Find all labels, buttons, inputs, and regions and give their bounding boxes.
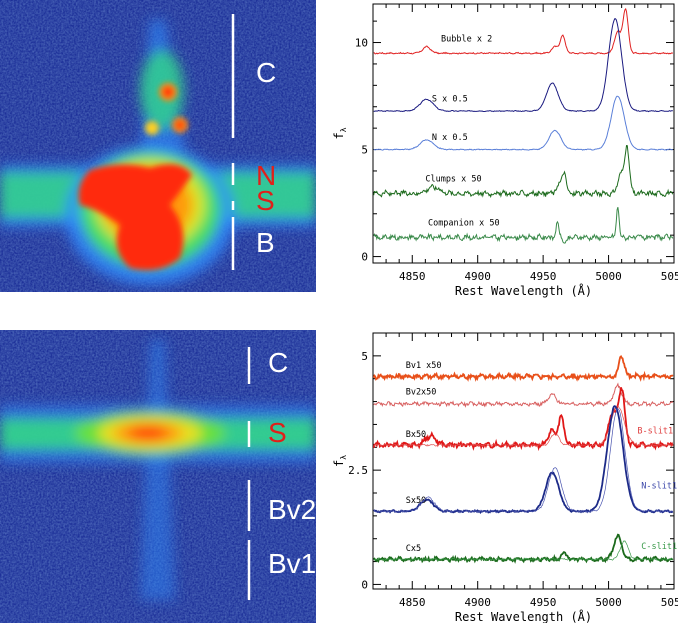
y-axis-label: fλ bbox=[332, 127, 348, 139]
series-label: Bv1 x50 bbox=[406, 361, 442, 371]
slit-label-bv2: Bv2 bbox=[268, 494, 316, 525]
series-label: Bx50 bbox=[406, 430, 426, 440]
series-line bbox=[373, 18, 673, 113]
slit-label-c: C bbox=[268, 347, 288, 378]
y-tick-label: 2.5 bbox=[348, 464, 368, 477]
slit-label-s: S bbox=[256, 185, 275, 216]
y-tick-label: 5 bbox=[361, 350, 368, 363]
x-tick-label: 4900 bbox=[464, 596, 491, 609]
y-tick-label: 10 bbox=[355, 37, 368, 50]
series-label: Cx5 bbox=[406, 544, 421, 554]
series-label: N x 0.5 bbox=[432, 133, 468, 143]
plot-frame bbox=[372, 3, 675, 264]
series-label: Companion x 50 bbox=[428, 219, 500, 229]
slit-label-bv1: Bv1 bbox=[268, 548, 316, 579]
x-tick-label: 4950 bbox=[530, 596, 557, 609]
series-label: Bv2x50 bbox=[406, 388, 437, 398]
x-axis-label: Rest Wavelength (Å) bbox=[455, 609, 592, 623]
x-tick-label: 5050 bbox=[661, 270, 678, 283]
spectrum-chart-bottom: 4850 4900 4950 5000 5050 0 2.5 5 Rest Wavelength… bbox=[332, 332, 678, 623]
y-tick-label: 0 bbox=[361, 251, 368, 264]
series-label: Bubble x 2 bbox=[441, 34, 492, 44]
image-panel-bottom: C S Bv2 Bv1 bbox=[0, 330, 316, 623]
slit-line-label: C-slit1 bbox=[641, 542, 677, 552]
x-tick-label: 5050 bbox=[661, 596, 678, 609]
series-line bbox=[373, 207, 674, 244]
y-tick-label: 5 bbox=[361, 144, 368, 157]
x-tick-label: 5000 bbox=[595, 270, 622, 283]
y-tick-label: 0 bbox=[361, 578, 368, 591]
x-tick-label: 4950 bbox=[530, 270, 557, 283]
slit-label-c: C bbox=[256, 57, 276, 88]
slit-line-label: B-slit1 bbox=[637, 427, 673, 437]
x-tick-label: 4850 bbox=[399, 270, 426, 283]
image-panel-top: C N S B bbox=[0, 0, 316, 292]
series-line bbox=[373, 95, 673, 151]
x-tick-label: 5000 bbox=[595, 596, 622, 609]
y-axis-label: fλ bbox=[332, 455, 348, 467]
slit-line-label: N-slit1 bbox=[641, 481, 677, 491]
spectrum-chart-top: 4850 4900 4950 5000 5050 0 5 10 Rest Wavelength … bbox=[332, 3, 678, 298]
series-line bbox=[373, 145, 674, 199]
slit-label-s: S bbox=[268, 417, 287, 448]
series-label: Clumps x 50 bbox=[425, 175, 481, 185]
series-line bbox=[373, 7, 674, 55]
slit-label-b: B bbox=[256, 227, 275, 258]
x-tick-label: 4900 bbox=[464, 270, 491, 283]
x-axis-label: Rest Wavelength (Å) bbox=[455, 283, 592, 298]
series-label: S x 0.5 bbox=[432, 94, 468, 104]
x-tick-label: 4850 bbox=[399, 596, 426, 609]
